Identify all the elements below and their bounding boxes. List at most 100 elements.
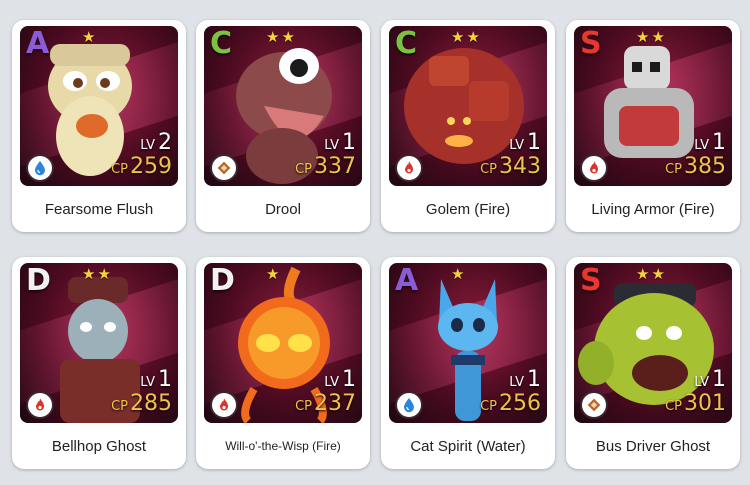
monster-portrait: A ★ LV 2 CP259 — [20, 26, 178, 186]
cp-label: CP — [665, 399, 682, 414]
water-icon — [395, 391, 423, 419]
level-label: LV — [694, 375, 709, 390]
level-display: LV 2 — [140, 130, 172, 155]
fire-icon — [26, 391, 54, 419]
cp-display: CP259 — [111, 154, 172, 179]
monster-name: Drool — [265, 200, 301, 218]
cp-value: 337 — [314, 154, 356, 179]
water-icon — [26, 154, 54, 182]
monster-name: Fearsome Flush — [44, 200, 154, 218]
level-label: LV — [509, 138, 524, 153]
star-icon: ★ — [97, 265, 111, 283]
cp-display: CP285 — [111, 391, 172, 416]
earth-icon — [580, 391, 608, 419]
cp-value: 343 — [499, 154, 541, 179]
level-value: 1 — [342, 130, 356, 155]
star-rating: ★ ★ — [451, 28, 480, 46]
level-value: 1 — [527, 130, 541, 155]
level-value: 1 — [158, 367, 172, 392]
monster-card[interactable]: C ★ ★ LV 1 CP337 Drool — [196, 20, 370, 232]
level-label: LV — [694, 138, 709, 153]
cp-display: CP337 — [295, 154, 356, 179]
star-icon: ★ — [636, 28, 650, 46]
level-label: LV — [324, 375, 339, 390]
star-icon: ★ — [451, 28, 465, 46]
rank-badge: C — [395, 26, 418, 61]
level-display: LV 1 — [140, 367, 172, 392]
monster-name: Living Armor (Fire) — [591, 200, 715, 218]
monster-name: Cat Spirit (Water) — [410, 437, 526, 455]
level-display: LV 1 — [509, 367, 541, 392]
monster-name: Bellhop Ghost — [51, 437, 147, 455]
cp-label: CP — [665, 162, 682, 177]
monster-name: Bus Driver Ghost — [595, 437, 711, 455]
level-value: 1 — [527, 367, 541, 392]
rank-badge: D — [210, 263, 235, 298]
monster-portrait: C ★ ★ LV 1 CP343 — [389, 26, 547, 186]
rank-badge: C — [210, 26, 233, 61]
monster-portrait: D ★ ★ LV 1 CP285 — [20, 263, 178, 423]
star-icon: ★ — [636, 265, 650, 283]
cp-label: CP — [295, 399, 312, 414]
cp-label: CP — [480, 399, 497, 414]
monster-card[interactable]: C ★ ★ LV 1 CP343 Golem (Fire) — [381, 20, 555, 232]
level-display: LV 1 — [694, 130, 726, 155]
monster-card[interactable]: S ★ ★ LV 1 CP385 Living Armor (Fire) — [566, 20, 740, 232]
cp-value: 385 — [684, 154, 726, 179]
monster-portrait: S ★ ★ LV 1 CP301 — [574, 263, 732, 423]
star-icon: ★ — [266, 265, 280, 283]
level-value: 1 — [342, 367, 356, 392]
level-display: LV 1 — [694, 367, 726, 392]
star-rating: ★ — [266, 265, 279, 283]
level-display: LV 1 — [509, 130, 541, 155]
monster-portrait: D ★ LV 1 CP237 — [204, 263, 362, 423]
star-rating: ★ ★ — [636, 28, 665, 46]
rank-badge: D — [26, 263, 51, 298]
star-icon: ★ — [466, 28, 480, 46]
rank-badge: S — [580, 26, 602, 61]
star-icon: ★ — [82, 265, 96, 283]
monster-portrait: S ★ ★ LV 1 CP385 — [574, 26, 732, 186]
level-label: LV — [509, 375, 524, 390]
star-rating: ★ — [82, 28, 95, 46]
level-display: LV 1 — [324, 130, 356, 155]
cp-display: CP343 — [480, 154, 541, 179]
level-value: 1 — [712, 130, 726, 155]
level-value: 1 — [712, 367, 726, 392]
monster-name: Golem (Fire) — [425, 200, 511, 218]
star-rating: ★ ★ — [82, 265, 111, 283]
cp-value: 237 — [314, 391, 356, 416]
rank-badge: A — [395, 263, 419, 298]
level-label: LV — [140, 138, 155, 153]
cp-label: CP — [480, 162, 497, 177]
rank-badge: A — [26, 26, 50, 61]
star-rating: ★ — [451, 265, 464, 283]
star-rating: ★ ★ — [636, 265, 665, 283]
cp-value: 259 — [130, 154, 172, 179]
cp-value: 285 — [130, 391, 172, 416]
monster-portrait: A ★ LV 1 CP256 — [389, 263, 547, 423]
monster-card[interactable]: S ★ ★ LV 1 CP301 Bus Driver Ghost — [566, 257, 740, 469]
star-icon: ★ — [451, 265, 465, 283]
star-icon: ★ — [651, 265, 665, 283]
cp-display: CP256 — [480, 391, 541, 416]
fire-icon — [580, 154, 608, 182]
cp-value: 301 — [684, 391, 726, 416]
monster-card[interactable]: D ★ LV 1 CP237 Will-o'-the-Wisp (Fire) — [196, 257, 370, 469]
cp-display: CP301 — [665, 391, 726, 416]
rank-badge: S — [580, 263, 602, 298]
cp-display: CP385 — [665, 154, 726, 179]
cp-display: CP237 — [295, 391, 356, 416]
level-display: LV 1 — [324, 367, 356, 392]
cp-label: CP — [111, 399, 128, 414]
earth-icon — [210, 154, 238, 182]
star-rating: ★ ★ — [266, 28, 295, 46]
monster-name: Will-o'-the-Wisp (Fire) — [225, 439, 341, 453]
star-icon: ★ — [82, 28, 96, 46]
monster-card[interactable]: A ★ LV 2 CP259 Fearsome Flush — [12, 20, 186, 232]
monster-card[interactable]: A ★ LV 1 CP256 Cat Spirit (Water) — [381, 257, 555, 469]
monster-card[interactable]: D ★ ★ LV 1 CP285 Bellhop Ghost — [12, 257, 186, 469]
fire-icon — [210, 391, 238, 419]
cp-value: 256 — [499, 391, 541, 416]
star-icon: ★ — [266, 28, 280, 46]
